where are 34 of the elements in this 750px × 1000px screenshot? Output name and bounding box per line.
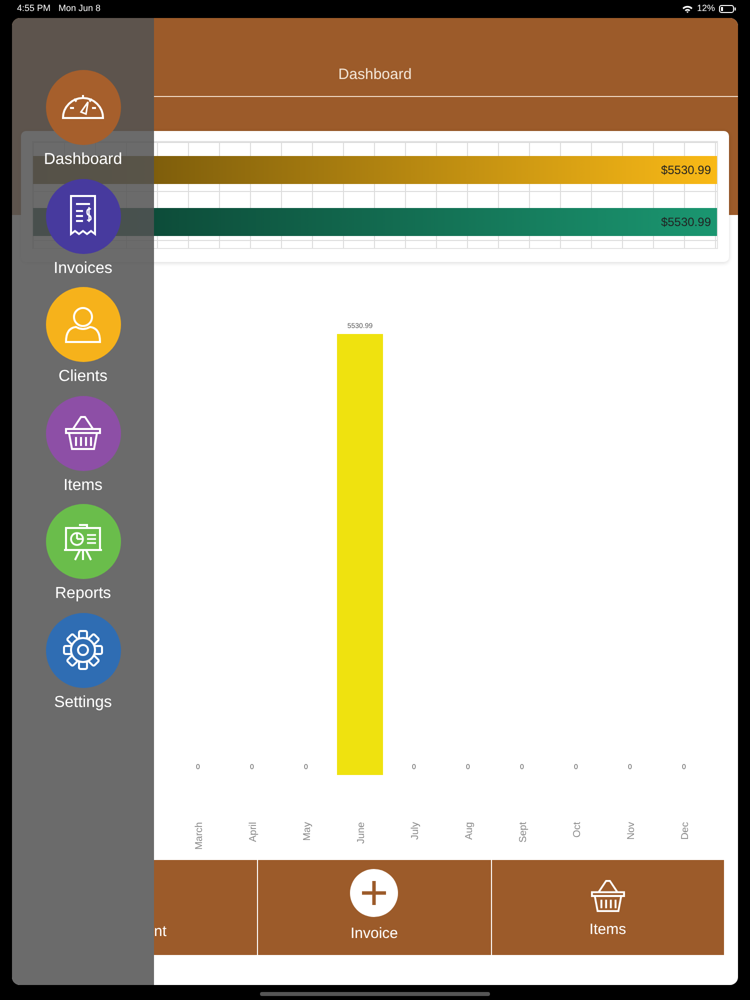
sidebar-item[interactable]: Reports — [12, 504, 154, 613]
wifi-icon — [682, 5, 693, 13]
sidebar-label: Settings — [54, 692, 112, 713]
month-label: Dec — [680, 822, 691, 840]
sidebar-label: Reports — [54, 584, 112, 604]
amount-label: $5530.99 — [660, 214, 711, 231]
basket-icon — [590, 878, 625, 912]
month-label: April — [248, 822, 259, 842]
month-label: June — [356, 822, 367, 844]
bottom-button[interactable]: nt — [154, 860, 258, 955]
sidebar-item[interactable]: Clients — [12, 287, 154, 396]
sidebar-item[interactable]: Invoices — [12, 178, 154, 288]
month-label: Nov — [626, 822, 637, 840]
sidebar-label: Invoices — [54, 258, 112, 279]
sidebar-label: Dashboard — [44, 150, 122, 170]
sidebar-item[interactable]: Dashboard — [12, 70, 154, 179]
battery-percent: 12% — [696, 2, 715, 16]
battery-icon — [719, 5, 736, 13]
amount-label: $5530.99 — [660, 162, 711, 179]
month-label: May — [302, 822, 313, 841]
sidebar-label: Items — [63, 476, 103, 496]
month-label: July — [410, 822, 421, 840]
month-label: March — [194, 822, 205, 850]
status-date: Mon Jun 8 — [58, 2, 101, 16]
status-time: 4:55 PM — [17, 2, 51, 16]
month-label: Sept — [518, 822, 529, 843]
add-icon — [350, 868, 398, 916]
month-label: Aug — [464, 822, 475, 840]
page-title: Dashboard — [337, 65, 413, 85]
sidebar-label: Clients — [58, 367, 108, 388]
sidebar-item[interactable]: Settings — [12, 612, 154, 722]
sidebar-item[interactable]: Items — [12, 396, 154, 504]
month-label: Oct — [572, 822, 583, 838]
settings-icon — [61, 628, 105, 672]
